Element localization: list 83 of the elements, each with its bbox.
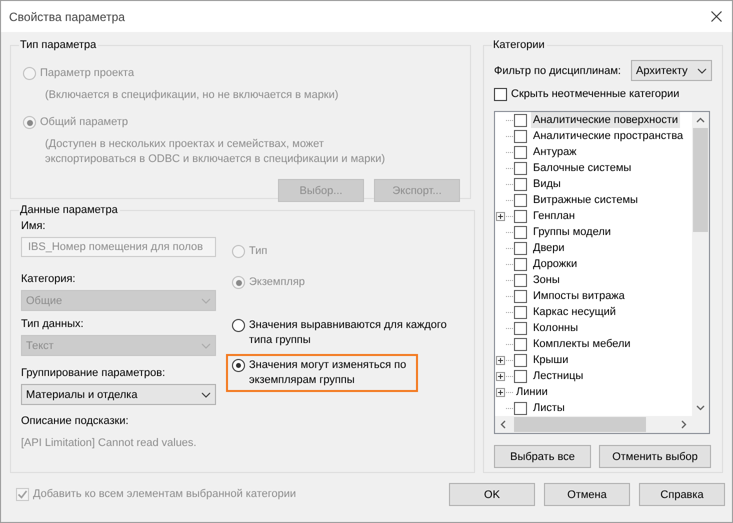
tree-item[interactable]: Зоны bbox=[531, 272, 562, 288]
vertical-scrollbar[interactable] bbox=[692, 112, 709, 416]
tree-item[interactable]: Аналитические пространства bbox=[531, 128, 686, 144]
tree-item[interactable]: Комплекты мебели bbox=[531, 336, 633, 352]
tree-item[interactable]: Дорожки bbox=[531, 256, 580, 272]
checkbox[interactable] bbox=[514, 402, 527, 414]
checkbox[interactable] bbox=[514, 354, 527, 366]
tree-item[interactable]: Генплан bbox=[531, 208, 577, 224]
field-label: Группирование параметров: bbox=[21, 366, 166, 381]
tree-item[interactable]: Крыши bbox=[531, 352, 570, 368]
field-label: Фильтр по дисциплинам: bbox=[494, 64, 621, 76]
tree-item[interactable]: Двери bbox=[531, 240, 567, 256]
group-title: Категории bbox=[492, 38, 546, 52]
option-label: Значения выравниваются для каждого типа группы bbox=[249, 318, 448, 348]
option-label: Экземпляр bbox=[249, 275, 305, 290]
option-description: (Включается в спецификации, но не включается в марки) bbox=[44, 88, 340, 103]
chevron-down-icon bbox=[201, 298, 211, 304]
tree-item[interactable]: Колонны bbox=[531, 320, 580, 336]
checkbox[interactable] bbox=[514, 162, 527, 174]
dialog-button[interactable]: Отмена bbox=[544, 483, 630, 506]
checkbox[interactable] bbox=[514, 338, 527, 350]
checkbox[interactable] bbox=[514, 178, 527, 190]
window-title: Свойства параметра bbox=[9, 10, 125, 24]
option-label: Значения могут изменяться по экземплярам группы bbox=[249, 358, 408, 388]
tree-item[interactable]: Антураж bbox=[531, 144, 579, 160]
checkbox[interactable] bbox=[514, 290, 527, 302]
tree-item[interactable]: Группы модели bbox=[531, 224, 613, 240]
tooltip-text: [API Limitation] Cannot read values. bbox=[21, 436, 198, 451]
tree-item[interactable]: Аналитические поверхности bbox=[531, 112, 680, 128]
tree-item[interactable]: Витражные системы bbox=[531, 192, 640, 208]
chevron-down-icon bbox=[201, 342, 211, 348]
expand-icon[interactable] bbox=[496, 388, 505, 396]
checkbox[interactable] bbox=[514, 258, 527, 270]
tree-item[interactable]: Линии bbox=[514, 384, 550, 400]
dialog-button[interactable]: Отменить выбор bbox=[599, 445, 711, 468]
checkbox[interactable] bbox=[514, 210, 527, 222]
checkbox[interactable] bbox=[514, 242, 527, 254]
checkbox[interactable] bbox=[514, 322, 527, 334]
expand-icon[interactable] bbox=[496, 356, 505, 364]
scroll-down-icon[interactable] bbox=[696, 405, 705, 411]
tree-item[interactable]: Лестницы bbox=[531, 368, 586, 384]
dialog-button[interactable]: OK bbox=[449, 483, 535, 506]
option-label: Тип bbox=[249, 244, 268, 259]
dialog-button[interactable]: Справка bbox=[639, 483, 725, 506]
checkbox-label: Добавить ко всем элементам выбранной категории bbox=[33, 487, 296, 502]
group-title: Данные параметра bbox=[19, 203, 119, 217]
option-description: (Доступен в нескольких проектах и семействах, может экспортироваться в ODBC и включается в спецификации и марки) bbox=[44, 137, 386, 167]
checkbox[interactable] bbox=[514, 306, 527, 318]
tree-item[interactable]: Импосты витража bbox=[531, 288, 627, 304]
scroll-right-icon[interactable] bbox=[681, 420, 687, 429]
tree-item[interactable]: Листы bbox=[531, 400, 567, 416]
expand-icon[interactable] bbox=[496, 212, 505, 220]
scroll-left-icon[interactable] bbox=[500, 420, 506, 429]
tree-item[interactable]: Каркас несущий bbox=[531, 304, 618, 320]
dropdown[interactable]: Материалы и отделка bbox=[21, 384, 216, 405]
chevron-down-icon bbox=[201, 392, 211, 398]
chevron-down-icon bbox=[697, 68, 707, 74]
checkbox[interactable] bbox=[514, 146, 527, 158]
field-label: Имя: bbox=[21, 219, 46, 234]
scroll-up-icon[interactable] bbox=[696, 117, 705, 123]
radio-button[interactable] bbox=[232, 319, 245, 332]
checkbox[interactable] bbox=[494, 88, 507, 101]
field-label: Тип данных: bbox=[21, 317, 85, 332]
checkbox[interactable] bbox=[514, 274, 527, 286]
radio-button[interactable] bbox=[232, 359, 245, 372]
close-icon[interactable] bbox=[711, 11, 722, 22]
horizontal-scrollbar[interactable] bbox=[495, 416, 692, 433]
checkbox[interactable] bbox=[514, 130, 527, 142]
field-label: Описание подсказки: bbox=[21, 414, 130, 429]
option-label: Общий параметр bbox=[40, 115, 128, 130]
checkbox[interactable] bbox=[514, 194, 527, 206]
expand-icon[interactable] bbox=[496, 372, 505, 380]
checkbox[interactable] bbox=[514, 114, 527, 126]
dropdown[interactable]: Архитекту bbox=[631, 60, 712, 81]
dialog-button[interactable]: Выбрать все bbox=[494, 445, 591, 468]
group-title: Тип параметра bbox=[19, 38, 98, 52]
field-label: Категория: bbox=[21, 272, 76, 287]
checkbox[interactable] bbox=[514, 226, 527, 238]
option-label: Параметр проекта bbox=[40, 66, 134, 81]
tree-item[interactable]: Виды bbox=[531, 176, 563, 192]
checkbox-label: Скрыть неотмеченные категории bbox=[511, 87, 680, 102]
checkbox[interactable] bbox=[514, 370, 527, 382]
tree-item[interactable]: Балочные системы bbox=[531, 160, 634, 176]
